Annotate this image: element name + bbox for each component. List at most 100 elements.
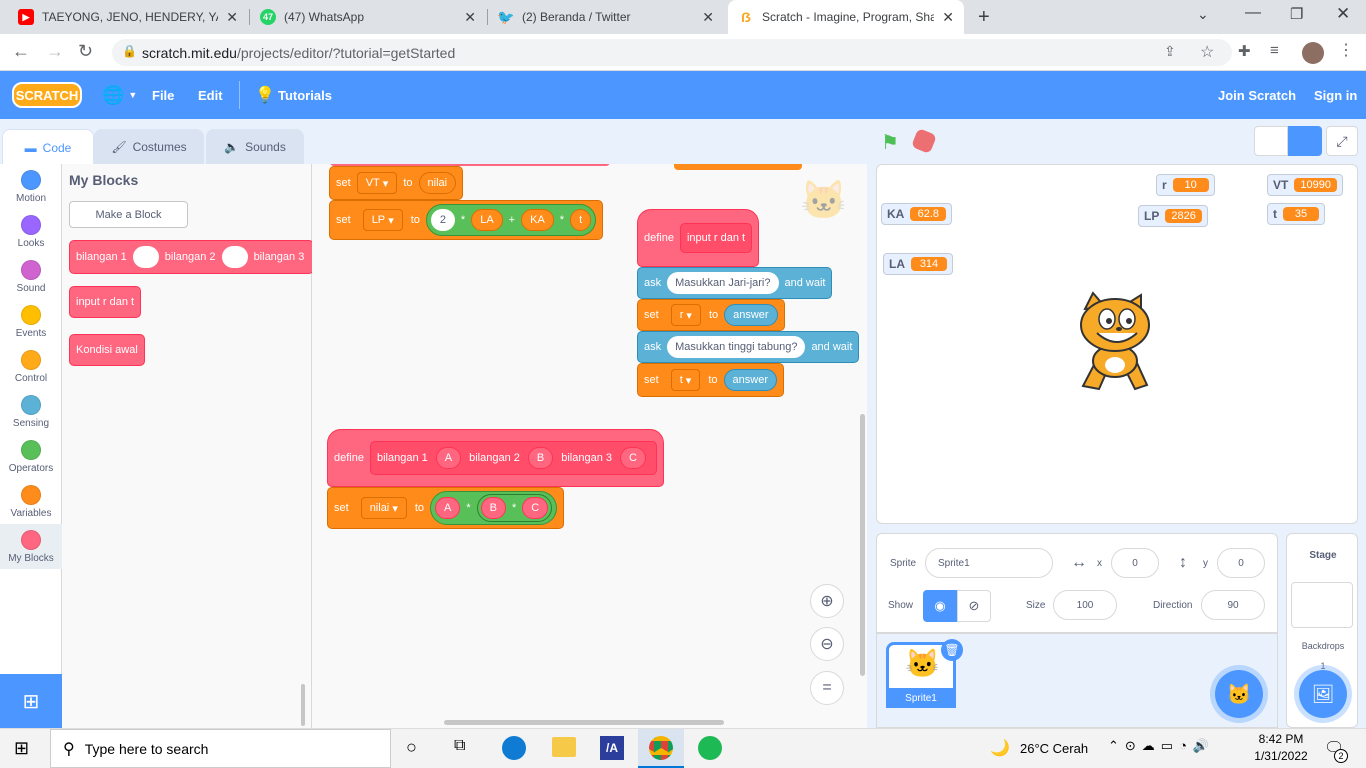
fullscreen-icon[interactable]: ⤢ [1326, 126, 1358, 156]
add-extension-icon[interactable]: ⊞ [0, 674, 62, 728]
argument-reporter[interactable]: B [527, 447, 554, 469]
task-view-icon[interactable]: ⧉ [454, 737, 465, 755]
app-icon[interactable]: /A [600, 736, 624, 760]
taskbar-search-box[interactable]: ⚲ Type here to search [50, 729, 391, 768]
reload-icon[interactable]: ↻ [78, 41, 93, 62]
add-sprite-icon[interactable]: 🐱 [1215, 670, 1263, 718]
scratch-logo[interactable]: SCRATCH [12, 82, 82, 108]
workspace-vertical-scrollbar[interactable] [860, 414, 865, 676]
answer-reporter[interactable]: answer [724, 304, 778, 326]
y-input[interactable]: 0 [1217, 548, 1265, 578]
zoom-in-icon[interactable]: ⊕ [810, 584, 844, 618]
operator-block-inner[interactable]: B * C [476, 494, 553, 522]
file-explorer-icon[interactable] [552, 737, 576, 757]
system-tray-icons[interactable]: ⌃⊙☁▭◔🔊 [1108, 738, 1215, 754]
clock-date[interactable]: 1/31/2022 [1252, 749, 1310, 763]
variable-reporter[interactable]: nilai [418, 172, 457, 194]
close-tab-icon[interactable]: ✕ [226, 9, 238, 26]
edge-icon[interactable] [502, 736, 526, 760]
edit-menu[interactable]: Edit [198, 71, 223, 119]
workspace-horizontal-scrollbar[interactable] [444, 720, 724, 725]
weather-text[interactable]: 26°C Cerah [1020, 741, 1088, 756]
ask-tinggi-tabung-block[interactable]: ask Masukkan tinggi tabung? and wait [637, 331, 860, 363]
category-variables[interactable]: Variables [0, 479, 62, 524]
category-sound[interactable]: Sound [0, 254, 62, 299]
add-backdrop-icon[interactable]: 🖼 [1299, 670, 1347, 718]
variable-dropdown[interactable]: VT ▾ [356, 172, 398, 194]
zoom-out-icon[interactable]: ⊖ [810, 627, 844, 661]
set-vt-block[interactable]: set VT ▾ to nilai [329, 166, 464, 200]
extensions-icon[interactable]: ✚ [1238, 42, 1251, 60]
variable-dropdown[interactable]: t ▾ [670, 369, 701, 391]
zoom-reset-icon[interactable]: = [810, 671, 844, 705]
block-input[interactable] [221, 246, 248, 268]
variable-dropdown[interactable]: r ▾ [670, 304, 701, 326]
variable-reporter[interactable]: LA [471, 209, 503, 231]
make-a-block-button[interactable]: Make a Block [69, 201, 188, 228]
category-operators[interactable]: Operators [0, 434, 62, 479]
define-bilangan-hat[interactable]: define bilangan 1 A bilangan 2 B bilanga… [327, 429, 664, 487]
tutorials-menu[interactable]: Tutorials [278, 71, 332, 119]
minimize-icon[interactable]: — [1245, 4, 1261, 22]
custom-block-prototype[interactable]: bilangan 1 A bilangan 2 B bilangan 3 C [369, 441, 657, 475]
variable-dropdown[interactable]: LP ▾ [362, 209, 403, 231]
profile-avatar[interactable] [1302, 42, 1324, 64]
category-control[interactable]: Control [0, 344, 62, 389]
cat-sprite[interactable] [1065, 291, 1169, 399]
close-window-icon[interactable]: ✕ [1336, 4, 1350, 24]
stage-backdrop-thumbnail[interactable] [1291, 582, 1353, 628]
restore-icon[interactable]: ❐ [1290, 5, 1303, 23]
close-tab-icon[interactable]: ✕ [702, 9, 714, 26]
direction-input[interactable]: 90 [1201, 590, 1265, 620]
custom-block-prototype[interactable]: input r dan t [679, 223, 753, 253]
variable-reporter[interactable]: t [570, 209, 592, 231]
large-stage-button[interactable] [1288, 126, 1322, 156]
tab-search-icon[interactable]: ⌄ [1197, 6, 1209, 23]
windows-start-icon[interactable]: ⊞ [14, 738, 29, 759]
clock-time[interactable]: 8:42 PM [1256, 732, 1306, 746]
show-visible-eye-icon[interactable]: ◉ [923, 590, 957, 622]
set-nilai-block[interactable]: set nilai ▾ to A * B * C [327, 487, 565, 529]
sprite-name-input[interactable]: Sprite1 [925, 548, 1053, 578]
stage-canvas[interactable]: r 10 VT 10990 KA 62.8 LP 2826 t 35 LA 314 [876, 164, 1358, 524]
block-input[interactable] [132, 246, 159, 268]
category-sensing[interactable]: Sensing [0, 389, 62, 434]
category-motion[interactable]: Motion [0, 164, 62, 209]
argument-reporter[interactable]: A [435, 497, 461, 519]
palette-block-kondisi-awal[interactable]: Kondisi awal [69, 334, 145, 366]
tab-code[interactable]: ▬ Code [2, 129, 94, 165]
set-r-block[interactable]: set r ▾ to answer [637, 299, 785, 331]
media-control-icon[interactable]: ≡ [1270, 42, 1279, 59]
sign-in-link[interactable]: Sign in [1314, 71, 1357, 119]
browser-tab-whatsapp[interactable]: 47 (47) WhatsApp ✕ [250, 0, 486, 34]
palette-scrollbar[interactable] [301, 684, 305, 726]
answer-reporter[interactable]: answer [723, 369, 777, 391]
spotify-icon[interactable] [698, 736, 722, 760]
argument-reporter[interactable]: C [522, 497, 549, 519]
forward-icon[interactable]: → [46, 41, 64, 62]
join-scratch-link[interactable]: Join Scratch [1218, 71, 1296, 119]
palette-block-input-r-dan-t[interactable]: input r dan t [69, 286, 142, 318]
green-flag-icon[interactable]: ⚑ [881, 130, 899, 155]
tab-costumes[interactable]: 🖌 Costumes [94, 129, 204, 165]
number-input[interactable]: 2 [430, 209, 455, 231]
set-t-block[interactable]: set t ▾ to answer [637, 363, 784, 397]
category-events[interactable]: Events [0, 299, 62, 344]
define-input-r-dan-t-hat[interactable]: define input r dan t [637, 209, 760, 267]
argument-reporter[interactable]: C [620, 447, 646, 469]
close-tab-icon[interactable]: ✕ [942, 9, 954, 26]
text-input[interactable]: Masukkan Jari-jari? [667, 272, 779, 294]
new-tab-icon[interactable]: + [978, 6, 990, 29]
argument-reporter[interactable]: A [435, 447, 462, 469]
category-my-blocks[interactable]: My Blocks [0, 524, 62, 569]
small-stage-button[interactable] [1254, 126, 1288, 156]
set-lp-block[interactable]: set LP ▾ to 2 * LA + KA * t [329, 200, 604, 240]
chrome-taskbar-button[interactable] [638, 729, 684, 768]
chrome-menu-icon[interactable]: ⋮ [1338, 40, 1354, 60]
bookmark-star-icon[interactable]: ☆ [1200, 42, 1214, 62]
language-globe-icon[interactable]: 🌐 ▼ [102, 71, 137, 119]
palette-block-bilangan[interactable]: bilangan 1 bilangan 2 bilangan 3 [69, 240, 314, 274]
browser-tab-scratch[interactable]: ẞ Scratch - Imagine, Program, Shar ✕ [728, 0, 964, 34]
file-menu[interactable]: File [152, 71, 174, 119]
operator-block[interactable]: A * B * C [430, 491, 558, 525]
